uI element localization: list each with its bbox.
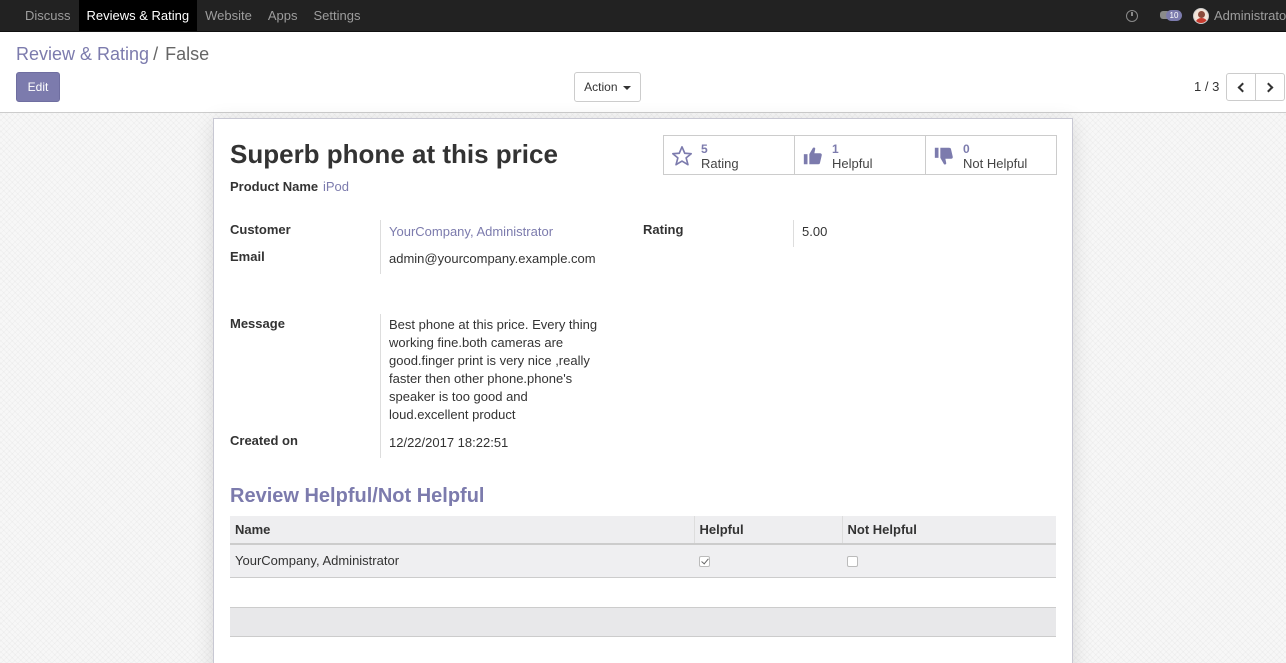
thumbs-up-icon — [803, 147, 822, 165]
not-helpful-count: 0 — [963, 142, 970, 156]
message-value: Best phone at this price. Every thing wo… — [389, 317, 598, 422]
review-title: Superb phone at this price — [230, 139, 558, 169]
chevron-left-icon — [1237, 82, 1248, 92]
menu-reviews-rating[interactable]: Reviews & Rating — [78, 0, 198, 31]
customer-label: Customer — [230, 222, 291, 237]
helpful-checkbox — [699, 556, 710, 568]
field-divider — [380, 314, 381, 458]
form-sheet — [213, 118, 1073, 663]
rating-label: Rating — [643, 222, 684, 237]
activity-clock-icon[interactable] — [1126, 9, 1138, 22]
thumbs-down-icon — [934, 147, 953, 165]
row-helpful-cell — [694, 544, 842, 578]
email-label: Email — [230, 249, 265, 264]
created-on-label: Created on — [230, 433, 298, 448]
pager-previous-button[interactable] — [1226, 73, 1256, 101]
column-helpful[interactable]: Helpful — [693, 516, 842, 545]
rating-count: 5 — [701, 142, 708, 156]
row-name-cell: YourCompany, Administrator — [230, 544, 694, 578]
customer-link[interactable]: YourCompany, Administrator — [389, 224, 553, 239]
email-value: admin@yourcompany.example.com — [389, 251, 596, 266]
breadcrumb: Review & Rating / False — [16, 43, 209, 65]
product-name-label: Product Name — [230, 179, 319, 194]
field-divider — [380, 220, 381, 274]
pager-next-button[interactable] — [1255, 73, 1285, 101]
messages-icon[interactable]: 10 — [1160, 9, 1182, 23]
top-navbar: Discuss Reviews & Rating Website Apps Se… — [0, 0, 1286, 32]
helpful-section-title: Review Helpful/Not Helpful — [230, 485, 485, 507]
app-menu: Discuss Reviews & Rating Website Apps Se… — [17, 0, 368, 31]
menu-settings[interactable]: Settings — [306, 0, 369, 31]
breadcrumb-separator: / — [153, 44, 159, 64]
column-not-helpful[interactable]: Not Helpful — [841, 516, 1056, 545]
column-name[interactable]: Name — [230, 516, 694, 545]
helpful-count: 1 — [832, 142, 839, 156]
action-label: Action — [584, 80, 618, 94]
avatar[interactable] — [1193, 7, 1209, 24]
user-menu[interactable]: Administrator — [1214, 8, 1286, 23]
helpful-table: Name Helpful Not Helpful YourCompany, Ad… — [230, 516, 1056, 578]
row-not-helpful-cell — [842, 544, 1056, 578]
star-icon — [672, 146, 692, 166]
chevron-right-icon — [1263, 82, 1274, 92]
not-helpful-checkbox — [847, 556, 858, 568]
caret-down-icon — [622, 85, 631, 90]
message-label: Message — [230, 316, 285, 331]
menu-discuss[interactable]: Discuss — [17, 0, 79, 31]
breadcrumb-parent[interactable]: Review & Rating — [16, 44, 149, 64]
menu-website[interactable]: Website — [197, 0, 260, 31]
helpful-stat-button[interactable]: 1 Helpful — [794, 135, 926, 175]
field-divider — [793, 220, 794, 247]
menu-apps[interactable]: Apps — [260, 0, 306, 31]
rating-stat-label: Rating — [701, 156, 739, 171]
table-row[interactable]: YourCompany, Administrator — [230, 544, 1056, 578]
helpful-stat-label: Helpful — [832, 156, 873, 171]
created-on-value: 12/22/2017 18:22:51 — [389, 435, 509, 450]
rating-stat-button[interactable]: 5 Rating — [663, 135, 795, 175]
action-dropdown[interactable]: Action — [574, 72, 641, 102]
rating-value: 5.00 — [802, 224, 828, 239]
breadcrumb-current: False — [165, 44, 210, 64]
message-count-badge: 10 — [1166, 9, 1182, 21]
edit-button[interactable]: Edit — [16, 72, 60, 102]
not-helpful-stat-label: Not Helpful — [963, 156, 1028, 171]
navbar-systray: 10 Administrator — [1126, 0, 1286, 31]
table-footer — [230, 607, 1056, 637]
not-helpful-stat-button[interactable]: 0 Not Helpful — [925, 135, 1057, 175]
pager-value[interactable]: 1 / 3 — [1194, 79, 1219, 94]
product-name-link[interactable]: iPod — [323, 179, 349, 194]
